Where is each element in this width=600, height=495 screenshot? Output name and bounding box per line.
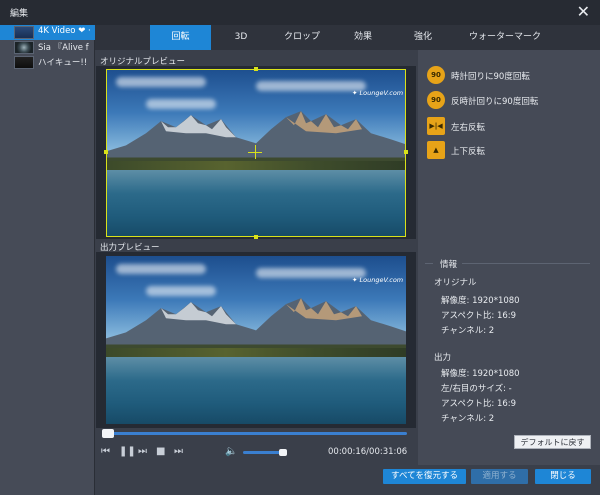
file-name: Sia 『Alive f: [38, 43, 89, 53]
output-video-frame: ✦ LoungeV.com: [106, 256, 406, 424]
window-title: 編集: [10, 9, 29, 19]
next-frame-icon[interactable]: ⏭: [138, 444, 147, 460]
flip-vertical-label: 上下反転: [451, 147, 486, 157]
edit-tabs: 回転 3D クロップ 効果 強化 ウォーターマーク: [95, 25, 600, 50]
info-divider: [462, 263, 590, 264]
info-divider: [425, 263, 433, 264]
crop-handle-left[interactable]: [104, 150, 108, 154]
original-preview: ✦ LoungeV.com: [96, 66, 416, 239]
file-list: 4K Video ❤ · Sia 『Alive f ハイキュー!!: [0, 25, 95, 495]
crop-handle-top[interactable]: [254, 67, 258, 71]
first-frame-icon[interactable]: ⏮: [101, 444, 110, 460]
info-heading: 情報: [440, 260, 458, 270]
crop-handle-bottom[interactable]: [254, 235, 258, 239]
output-info-heading: 出力: [434, 353, 452, 363]
seek-handle[interactable]: [102, 429, 114, 438]
reset-default-button[interactable]: デフォルトに戻す: [514, 435, 591, 449]
close-icon[interactable]: ✕: [577, 2, 590, 22]
tab-3d[interactable]: 3D: [213, 25, 269, 50]
tab-watermark[interactable]: ウォーターマーク: [455, 25, 555, 50]
tab-crop[interactable]: クロップ: [273, 25, 331, 50]
watermark-text: ✦ LoungeV.com: [352, 276, 404, 284]
pause-icon[interactable]: ❚❚: [119, 444, 136, 460]
original-channels: チャンネル: 2: [441, 326, 495, 336]
volume-handle[interactable]: [279, 449, 287, 456]
stop-icon[interactable]: ■: [156, 444, 165, 460]
flip-vertical-icon: ▲: [427, 141, 445, 159]
flip-horizontal-icon: ▶|◀: [427, 117, 445, 135]
tab-enhance[interactable]: 強化: [395, 25, 451, 50]
output-channels: チャンネル: 2: [441, 414, 495, 424]
title-bar: 編集 ✕: [0, 0, 600, 25]
restore-all-button[interactable]: すべてを復元する: [383, 469, 466, 484]
output-resolution: 解像度: 1920*1080: [441, 369, 520, 379]
file-item-3[interactable]: ハイキュー!!: [0, 55, 95, 70]
last-frame-icon[interactable]: ⏭: [174, 444, 183, 460]
timecode: 00:00:16/00:31:06: [328, 447, 408, 457]
original-resolution: 解像度: 1920*1080: [441, 296, 520, 306]
volume-icon[interactable]: 🔈: [225, 444, 237, 460]
video-thumbnail: [14, 41, 34, 54]
output-eye-size: 左/右目のサイズ: -: [441, 384, 512, 394]
edit-window: 編集 ✕ 4K Video ❤ · Sia 『Alive f ハイキュー!! 回…: [0, 0, 600, 495]
file-name: 4K Video ❤ ·: [38, 26, 91, 36]
rotate-counterclockwise-label: 反時計回りに90度回転: [451, 97, 539, 107]
tab-rotate[interactable]: 回転: [150, 25, 211, 50]
seek-bar[interactable]: [103, 432, 407, 435]
apply-button[interactable]: 適用する: [471, 469, 528, 484]
video-thumbnail: [14, 26, 34, 39]
crop-center-marker: [255, 145, 256, 159]
output-preview: ✦ LoungeV.com: [96, 252, 416, 428]
output-aspect-ratio: アスペクト比: 16:9: [441, 399, 517, 409]
close-button[interactable]: 閉じる: [535, 469, 591, 484]
rotate-clockwise-icon: 90: [427, 66, 445, 84]
tab-effects[interactable]: 効果: [335, 25, 391, 50]
original-aspect-ratio: アスペクト比: 16:9: [441, 311, 517, 321]
original-info-heading: オリジナル: [434, 278, 477, 288]
file-name: ハイキュー!!: [38, 58, 88, 68]
flip-horizontal-label: 左右反転: [451, 123, 486, 133]
crop-frame[interactable]: [106, 69, 406, 237]
file-item-2[interactable]: Sia 『Alive f: [0, 40, 95, 55]
video-thumbnail: [14, 56, 34, 69]
file-item-1[interactable]: 4K Video ❤ ·: [0, 25, 95, 40]
rotate-counterclockwise-icon: 90: [427, 91, 445, 109]
rotate-clockwise-label: 時計回りに90度回転: [451, 72, 530, 82]
crop-handle-right[interactable]: [404, 150, 408, 154]
